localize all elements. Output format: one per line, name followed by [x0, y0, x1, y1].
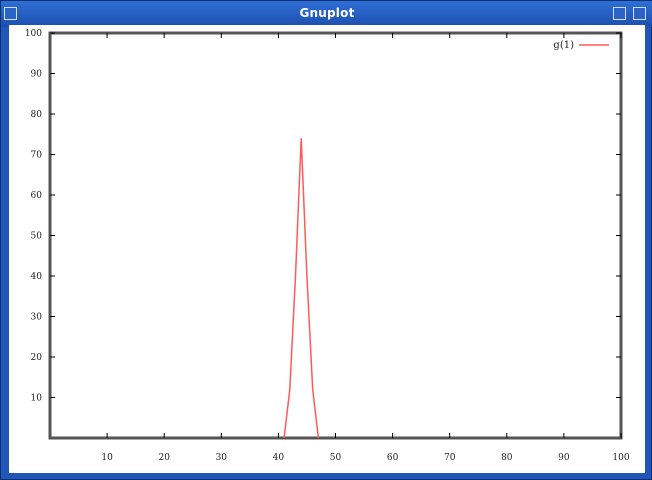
x-tick-label: 40 — [273, 453, 285, 463]
chart: 10 20 30 40 50 60 70 80 90 100 10 20 30 40 50 60 70 80 90 1… — [25, 29, 630, 463]
window-title: Gnuplot — [299, 6, 355, 20]
y-tick-label: 60 — [31, 191, 43, 201]
maximize-button[interactable] — [633, 7, 646, 20]
gnuplot-window: Gnuplot 10 20 30 40 50 60 70 80 90 100 10 20 30 40 50 6… — [0, 0, 652, 480]
series-layer — [283, 138, 320, 439]
y-tick-label: 90 — [31, 70, 43, 80]
y-tick-label: 20 — [31, 353, 43, 363]
x-tick-label: 70 — [444, 453, 456, 463]
y-tick-label: 30 — [31, 313, 43, 323]
title-bar[interactable]: Gnuplot — [1, 1, 652, 27]
y-tick-label: 100 — [25, 29, 42, 39]
y-tick-label: 80 — [31, 110, 43, 120]
y-tick-label: 70 — [31, 151, 43, 161]
y-tick-label: 10 — [31, 394, 43, 404]
x-tick-label: 50 — [330, 453, 342, 463]
x-tick-label: 100 — [612, 453, 629, 463]
series-line-g1 — [283, 138, 320, 439]
x-tick-label: 80 — [501, 453, 513, 463]
legend-label: g(1) — [553, 40, 574, 51]
legend: g(1) — [553, 40, 609, 51]
y-tick-label: 40 — [31, 272, 43, 282]
x-tick-label: 90 — [558, 453, 570, 463]
x-tick-label: 10 — [101, 453, 113, 463]
y-tick-label: 50 — [31, 232, 43, 242]
x-tick-label: 60 — [387, 453, 399, 463]
x-tick-label: 20 — [158, 453, 170, 463]
plot-area: 10 20 30 40 50 60 70 80 90 100 10 20 30 40 50 60 70 80 90 1… — [9, 25, 645, 473]
x-tick-label: 30 — [216, 453, 228, 463]
minimize-button[interactable] — [613, 7, 626, 20]
ticks: 10 20 30 40 50 60 70 80 90 100 10 20 30 40 50 60 70 80 90 1… — [25, 29, 630, 463]
plot-frame — [48, 31, 623, 440]
